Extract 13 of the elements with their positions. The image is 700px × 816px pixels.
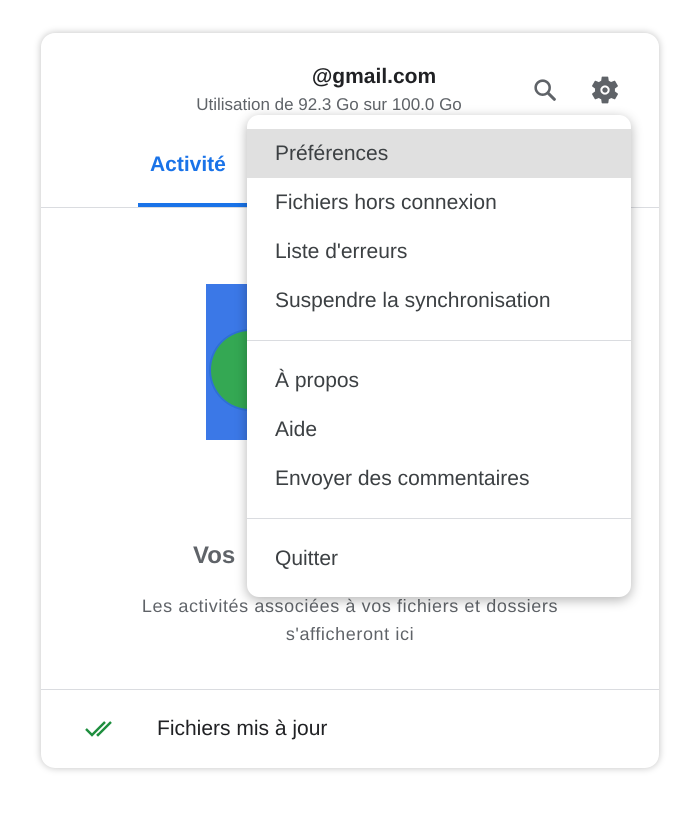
menu-item[interactable]: À propos: [247, 356, 631, 405]
empty-state-title: Vos: [193, 542, 236, 569]
empty-state-description: Les activités associées à vos fichiers et dossiers s'afficheront ici: [140, 595, 560, 646]
settings-icon[interactable]: [589, 74, 621, 106]
menu-item[interactable]: Liste d'erreurs: [247, 227, 631, 276]
sync-status: Fichiers mis à jour: [157, 717, 328, 741]
menu-item[interactable]: Quitter: [247, 534, 631, 583]
menu-item[interactable]: Suspendre la synchronisation: [247, 276, 631, 325]
menu-item[interactable]: Envoyer des commentaires: [247, 454, 631, 503]
account-email: @gmail.com: [310, 65, 436, 89]
menu-item[interactable]: Aide: [247, 405, 631, 454]
menu-item[interactable]: Préférences: [247, 129, 631, 178]
storage-usage: Utilisation de 92.3 Go sur 100.0 Go: [196, 95, 462, 115]
